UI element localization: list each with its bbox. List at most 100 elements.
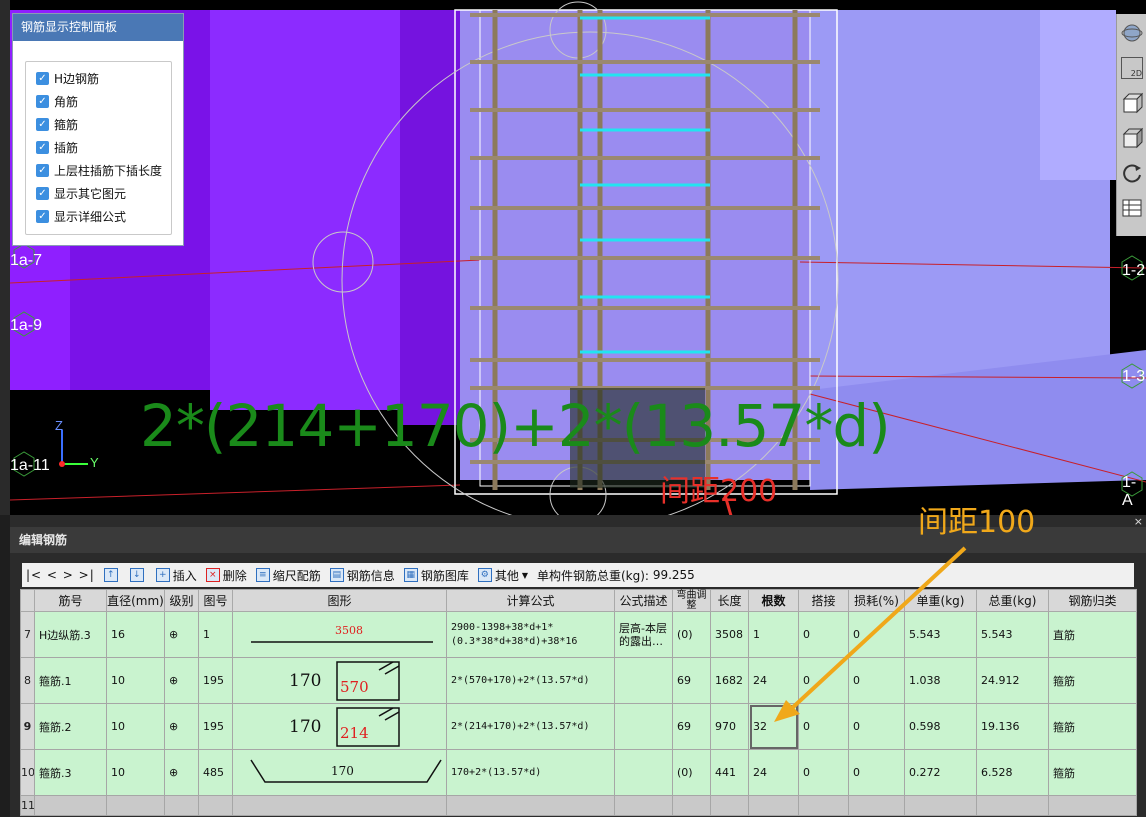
rotate-icon[interactable] [1119,157,1145,189]
cell-length[interactable]: 970 [710,703,749,750]
cell-lap[interactable]: 0 [798,703,849,750]
cell-empty[interactable] [904,795,977,816]
cell-formula[interactable]: 2*(570+170)+2*(13.57*d) [446,657,615,704]
cell-bar-no[interactable]: 箍筋.3 [34,749,107,796]
cell-shape[interactable]: 3508 [232,611,447,658]
cell-empty[interactable] [672,795,711,816]
cell-count[interactable]: 1 [748,611,799,658]
cell-formula[interactable]: 170+2*(13.57*d) [446,749,615,796]
cell-empty[interactable] [614,795,673,816]
option-show-other-elements[interactable]: ✓ 显示其它图元 [36,182,171,205]
cell-category[interactable]: 箍筋 [1048,703,1137,750]
3d-viewport[interactable]: 1a-7 1a-9 1a-11 1-2 1-3 1-A Z Y 钢筋显示控制面板… [0,0,1146,515]
cell-category[interactable]: 直筋 [1048,611,1137,658]
cell-empty[interactable] [1048,795,1137,816]
cell-loss[interactable]: 0 [848,657,905,704]
checkbox-checked-icon[interactable]: ✓ [36,118,49,131]
header-bend-adjust[interactable]: 弯曲调整 [672,589,711,612]
cell-length[interactable]: 3508 [710,611,749,658]
checkbox-checked-icon[interactable]: ✓ [36,95,49,108]
header-grade[interactable]: 级别 [164,589,199,612]
cell-formula-desc[interactable] [614,749,673,796]
cell-empty[interactable] [164,795,199,816]
cell-bar-no[interactable]: 箍筋.1 [34,657,107,704]
cell-unit-weight[interactable]: 0.272 [904,749,977,796]
table-row[interactable]: 7 H边纵筋.3 16 ⊕ 1 3508 2900-1398+38*d+1*(0… [20,611,1137,658]
header-shape[interactable]: 图形 [232,589,447,612]
cell-count-selected[interactable]: 32 [748,703,799,750]
grid-settings-icon[interactable] [1119,192,1145,224]
rebar-info-button[interactable]: ▤ 钢筋信息 [329,567,395,584]
cell-empty[interactable] [446,795,615,816]
table-row[interactable]: 10 箍筋.3 10 ⊕ 485 170 170+2*(13.57*d) (0)… [20,749,1137,796]
cell-diameter[interactable]: 10 [106,703,165,750]
header-total-weight[interactable]: 总重(kg) [976,589,1049,612]
option-upper-dowel-length[interactable]: ✓ 上层柱插筋下插长度 [36,159,171,182]
orbit-icon[interactable] [1119,17,1145,49]
cell-length[interactable]: 1682 [710,657,749,704]
option-h-side-rebar[interactable]: ✓ H边钢筋 [36,67,171,90]
cell-formula[interactable]: 2*(214+170)+2*(13.57*d) [446,703,615,750]
cell-category[interactable]: 箍筋 [1048,657,1137,704]
table-row[interactable]: 8 箍筋.1 10 ⊕ 195 170 570 2*(570+170)+2*(1… [20,657,1137,704]
delete-button[interactable]: × 删除 [205,567,247,584]
header-bar-no[interactable]: 筋号 [34,589,107,612]
cell-lap[interactable]: 0 [798,611,849,658]
cell-grade[interactable]: ⊕ [164,611,199,658]
cell-lap[interactable]: 0 [798,657,849,704]
other-menu-button[interactable]: ⚙ 其他 ▼ [477,567,528,584]
cube-view-icon[interactable] [1119,87,1145,119]
header-category[interactable]: 钢筋归类 [1048,589,1137,612]
cell-unit-weight[interactable]: 0.598 [904,703,977,750]
checkbox-checked-icon[interactable]: ✓ [36,141,49,154]
cell-lap[interactable]: 0 [798,749,849,796]
cell-empty[interactable] [232,795,447,816]
cell-diameter[interactable]: 10 [106,657,165,704]
header-length[interactable]: 长度 [710,589,749,612]
cell-empty[interactable] [34,795,107,816]
scale-rebar-button[interactable]: ≡ 缩尺配筋 [255,567,321,584]
header-unit-weight[interactable]: 单重(kg) [904,589,977,612]
cube-shaded-icon[interactable] [1119,122,1145,154]
cell-loss[interactable]: 0 [848,611,905,658]
checkbox-checked-icon[interactable]: ✓ [36,187,49,200]
cell-empty[interactable] [798,795,849,816]
cell-diameter[interactable]: 10 [106,749,165,796]
checkbox-checked-icon[interactable]: ✓ [36,210,49,223]
cell-fig-no[interactable]: 485 [198,749,233,796]
option-show-detail-formula[interactable]: ✓ 显示详细公式 [36,205,171,228]
cell-formula-desc[interactable] [614,657,673,704]
move-up-button[interactable]: ↑ [103,568,121,582]
header-fig-no[interactable]: 图号 [198,589,233,612]
cell-fig-no[interactable]: 1 [198,611,233,658]
cell-formula-desc[interactable]: 层高-本层的露出… [614,611,673,658]
header-formula[interactable]: 计算公式 [446,589,615,612]
cell-shape[interactable]: 170 [232,749,447,796]
header-formula-desc[interactable]: 公式描述 [614,589,673,612]
cell-diameter[interactable]: 16 [106,611,165,658]
cell-empty[interactable] [748,795,799,816]
cell-empty[interactable] [106,795,165,816]
cell-empty[interactable] [848,795,905,816]
option-corner-rebar[interactable]: ✓ 角筋 [36,90,171,113]
cell-bend-adjust[interactable]: (0) [672,611,711,658]
table-row-empty[interactable]: 11 [20,795,1137,816]
cell-loss[interactable]: 0 [848,703,905,750]
cell-fig-no[interactable]: 195 [198,657,233,704]
cell-grade[interactable]: ⊕ [164,703,199,750]
option-dowel[interactable]: ✓ 插筋 [36,136,171,159]
cell-empty[interactable] [198,795,233,816]
cell-count[interactable]: 24 [748,749,799,796]
cell-unit-weight[interactable]: 5.543 [904,611,977,658]
view-2d-button[interactable]: 2D [1119,52,1145,84]
record-nav-buttons[interactable]: |< < > >| [26,568,95,582]
cell-fig-no[interactable]: 195 [198,703,233,750]
cell-bend-adjust[interactable]: 69 [672,657,711,704]
cell-length[interactable]: 441 [710,749,749,796]
header-lap[interactable]: 搭接 [798,589,849,612]
cell-formula-desc[interactable] [614,703,673,750]
option-stirrup[interactable]: ✓ 箍筋 [36,113,171,136]
cell-unit-weight[interactable]: 1.038 [904,657,977,704]
rebar-library-button[interactable]: ▦ 钢筋图库 [403,567,469,584]
cell-count[interactable]: 24 [748,657,799,704]
